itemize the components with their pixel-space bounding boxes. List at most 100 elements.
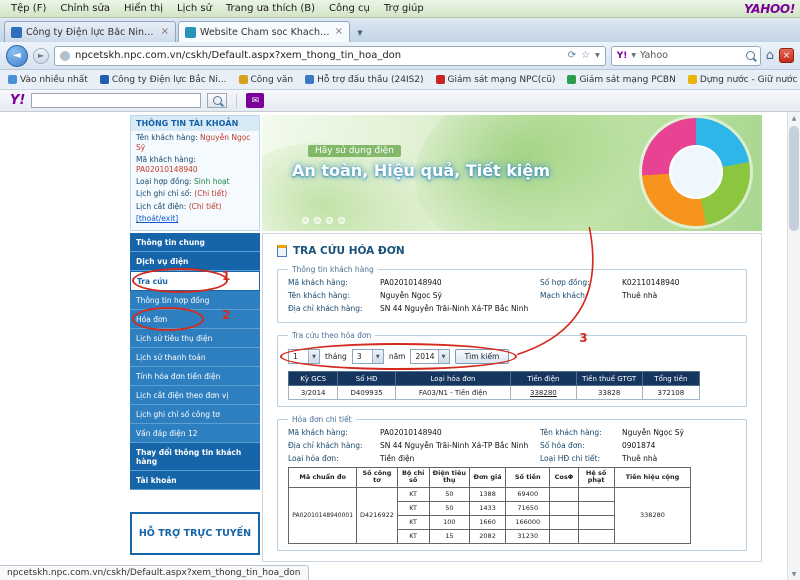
field-label: Số hợp đồng: xyxy=(540,278,622,287)
forward-button[interactable]: ► xyxy=(33,48,49,64)
column-header: Đơn giá xyxy=(469,468,505,488)
tab-website-cham-soc-khach-hang[interactable]: Website Cham soc Khach Hang × xyxy=(178,21,350,42)
menu-edit[interactable]: Chỉnh sửa xyxy=(54,2,116,15)
meter-serial-cell: D4216922 xyxy=(357,487,397,543)
browser-window: Tệp (F) Chỉnh sửa Hiển thị Lịch sử Trang… xyxy=(0,0,800,580)
account-field: Mã khách hàng: PA02010148940 xyxy=(131,155,259,175)
bookmark-ho-tro-dau-thau[interactable]: Hỗ trợ đấu thầu (24IS2) xyxy=(305,75,423,85)
detail-link[interactable]: (Chi tiết) xyxy=(189,202,222,211)
cell-loai-hoa-don: FA03/N1 - Tiền điện xyxy=(395,386,510,400)
bookmark-dung-nuoc-giu-nuoc[interactable]: Dựng nước - Giữ nước -... xyxy=(688,75,800,85)
menu-help[interactable]: Trợ giúp xyxy=(378,2,430,15)
yahoo-search-input[interactable] xyxy=(31,93,201,108)
search-invoice-button[interactable]: Tìm kiếm xyxy=(455,349,510,364)
period-select[interactable]: 1 ▼ xyxy=(288,349,320,364)
customer-type: Thuê nhà xyxy=(622,291,736,300)
cell xyxy=(578,487,614,501)
cell: 1388 xyxy=(469,487,505,501)
bookmark-label: Công ty Điện lực Bắc Ni... xyxy=(112,75,227,85)
online-support-box[interactable]: HỖ TRỢ TRỰC TUYẾN xyxy=(130,512,260,555)
sidebar-item-thong-tin-hop-dong[interactable]: Thông tin hợp đồng xyxy=(130,291,260,310)
sidebar-item-lich-su-thanh-toan[interactable]: Lịch sử thanh toán xyxy=(130,348,260,367)
menu-file[interactable]: Tệp (F) xyxy=(5,2,52,15)
bookmark-icon xyxy=(688,75,697,84)
list-all-tabs-icon[interactable]: ▼ xyxy=(352,24,368,42)
field-value: PA02010148940 xyxy=(136,165,198,174)
vertical-scrollbar[interactable]: ▲ ▼ xyxy=(787,112,800,580)
account-field: Lịch cắt điện: (Chi tiết) xyxy=(131,202,259,212)
bookmark-icon xyxy=(305,75,314,84)
account-field: Tên khách hàng: Nguyễn Ngọc Sỹ xyxy=(131,133,259,153)
menu-history[interactable]: Lịch sử xyxy=(171,2,218,15)
month-select[interactable]: 3 ▼ xyxy=(352,349,384,364)
bookmark-star-icon[interactable]: ☆ xyxy=(581,50,590,61)
search-icon xyxy=(213,96,222,105)
logout-link[interactable]: [thoát/exit] xyxy=(131,214,259,223)
cskh-page: THÔNG TIN TÀI KHOẢN Tên khách hàng: Nguy… xyxy=(130,115,762,562)
banner-slogan-line1: Hãy sử dụng điện xyxy=(308,145,401,157)
yahoo-search-button[interactable] xyxy=(207,93,227,108)
sidebar-item-thong-tin-chung[interactable]: Thông tin chung xyxy=(130,233,260,252)
energy-wheel-center xyxy=(669,145,723,199)
tab-dien-luc-bac-ninh[interactable]: Công ty Điện lực Bắc Ninh > Tị... × xyxy=(4,21,176,42)
sidebar-item-tai-khoan[interactable]: Tài khoản xyxy=(130,471,260,490)
invoice-results-table: Kỳ GCS Số HĐ Loại hóa đơn Tiền điện Tiền… xyxy=(288,371,700,400)
menu-bookmarks[interactable]: Trang ưa thích (B) xyxy=(220,2,321,15)
cell xyxy=(578,529,614,543)
field-label: Tên khách hàng: xyxy=(288,291,380,300)
bookmark-cong-van[interactable]: Công văn xyxy=(239,75,294,85)
sidebar-item-thay-doi-thong-tin[interactable]: Thay đổi thông tin khách hàng xyxy=(130,443,260,471)
browser-search-box[interactable]: Y! ▼ Yahoo xyxy=(611,46,761,66)
invoice-amount-link[interactable]: 338280 xyxy=(511,386,577,400)
mail-icon[interactable]: ✉ xyxy=(246,93,264,108)
meter-code-cell: PA02010148940001 xyxy=(289,487,357,543)
account-info-panel: THÔNG TIN TÀI KHOẢN Tên khách hàng: Nguy… xyxy=(130,115,260,231)
cell: 1660 xyxy=(469,515,505,529)
sidebar-item-lich-ghi-chi-so[interactable]: Lịch ghi chỉ số công tơ xyxy=(130,405,260,424)
url-dropdown-icon[interactable]: ▼ xyxy=(595,52,600,59)
account-field: Loại hợp đồng: Sinh hoạt xyxy=(131,177,259,187)
url-text[interactable]: npcetskh.npc.com.vn/cskh/Default.aspx?xe… xyxy=(75,50,563,61)
column-header: Số HĐ xyxy=(338,372,396,386)
year-select[interactable]: 2014 ▼ xyxy=(410,349,449,364)
field-label: Số hóa đơn: xyxy=(540,441,622,450)
menu-tools[interactable]: Công cụ xyxy=(323,2,376,15)
cell: 50 xyxy=(429,487,469,501)
customer-address: SN 44 Nguyễn Trãi-Ninh Xá-TP Bắc Ninh xyxy=(380,441,540,450)
sidebar-item-hoa-don[interactable]: Hóa đơn xyxy=(130,310,260,329)
banner-pager-dots[interactable] xyxy=(302,217,345,224)
page-title: TRA CỨU HÓA ĐƠN xyxy=(277,245,747,257)
sidebar-item-tra-cuu[interactable]: Tra cứu xyxy=(130,271,260,291)
sidebar-item-lich-cat-dien[interactable]: Lịch cắt điện theo đơn vị xyxy=(130,386,260,405)
bookmark-giam-sat-mang-npc[interactable]: Giám sát mạng NPC(cũ) xyxy=(436,75,556,85)
sidebar-item-dich-vu-dien[interactable]: Dịch vụ điện xyxy=(130,252,260,271)
bookmark-label: Dựng nước - Giữ nước -... xyxy=(700,75,800,85)
stop-icon[interactable]: × xyxy=(779,48,794,63)
bookmark-most-visited[interactable]: Vào nhiều nhất xyxy=(8,75,88,85)
invoice-detail-table: Mã chuẩn đo Số công tơ Bộ chỉ số Điện ti… xyxy=(288,467,691,544)
customer-code: PA02010148940 xyxy=(380,278,540,287)
cell: 15 xyxy=(429,529,469,543)
menu-view[interactable]: Hiển thị xyxy=(118,2,169,15)
sidebar-item-tinh-hoa-don-tien-dien[interactable]: Tính hóa đơn tiền điện xyxy=(130,367,260,386)
sidebar-item-lich-su-tieu-thu-dien[interactable]: Lịch sử tiêu thụ điện xyxy=(130,329,260,348)
scrollbar-thumb[interactable] xyxy=(789,126,799,231)
bookmark-giam-sat-mang-pcbn[interactable]: Giám sát mạng PCBN xyxy=(567,75,675,85)
search-icon[interactable] xyxy=(746,51,755,60)
cell xyxy=(578,515,614,529)
sidebar-item-van-dap-dien[interactable]: Vấn đáp điện 12 xyxy=(130,424,260,443)
detail-link[interactable]: (Chi tiết) xyxy=(194,189,227,198)
account-field: Lịch ghi chỉ số: (Chi tiết) xyxy=(131,189,259,199)
tab-close-icon[interactable]: × xyxy=(335,27,343,37)
column-header: Điện tiêu thụ xyxy=(429,468,469,488)
reload-icon[interactable]: ⟳ xyxy=(568,50,576,61)
back-button[interactable]: ◄ xyxy=(6,45,28,67)
scroll-up-icon[interactable]: ▲ xyxy=(788,112,800,124)
promo-banner: Hãy sử dụng điện An toàn, Hiệu quả, Tiết… xyxy=(262,115,762,231)
home-icon[interactable]: ⌂ xyxy=(766,48,774,63)
bookmark-dien-luc-bac-ninh[interactable]: Công ty Điện lực Bắc Ni... xyxy=(100,75,227,85)
scroll-down-icon[interactable]: ▼ xyxy=(788,568,800,580)
address-bar[interactable]: npcetskh.npc.com.vn/cskh/Default.aspx?xe… xyxy=(54,46,606,66)
search-engine-dropdown-icon[interactable]: ▼ xyxy=(631,52,636,59)
tab-close-icon[interactable]: × xyxy=(161,27,169,37)
